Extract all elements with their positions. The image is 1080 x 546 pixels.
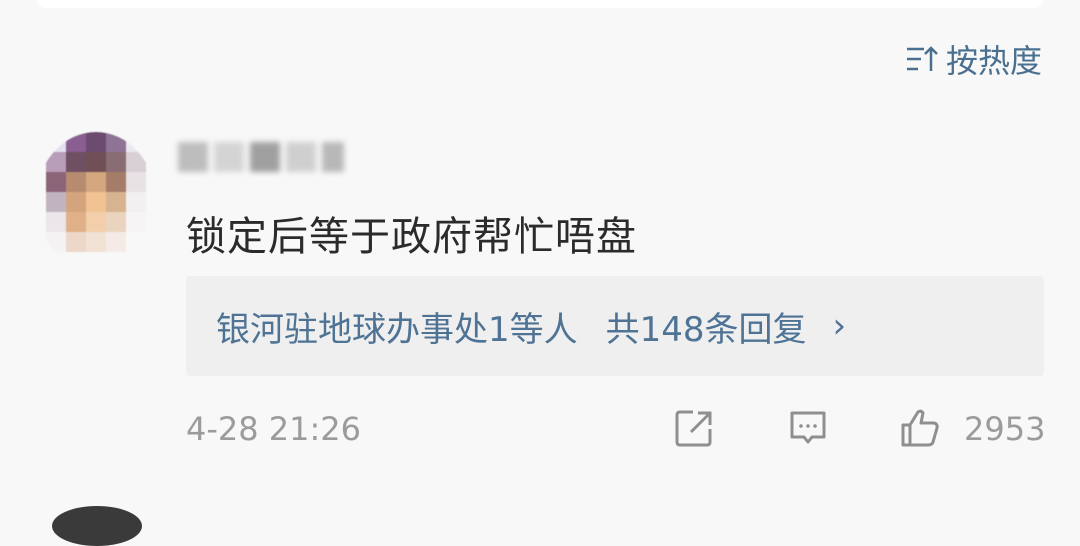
blurred-username[interactable]: [178, 136, 388, 178]
comment-text: 锁定后等于政府帮忙唔盘: [186, 214, 637, 260]
replies-summary-button[interactable]: 银河驻地球办事处1等人 共148条回复 ›: [186, 276, 1044, 376]
like-count: 2953: [964, 410, 1046, 448]
comment-timestamp: 4-28 21:26: [186, 410, 362, 448]
reply-users: 银河驻地球办事处1等人: [216, 309, 578, 350]
comment-icon[interactable]: [786, 406, 830, 450]
like-icon[interactable]: [898, 406, 942, 450]
next-comment-avatar-edge: [52, 506, 142, 546]
avatar[interactable]: [36, 132, 156, 270]
chevron-right-icon: ›: [832, 306, 847, 346]
blurred-avatar-image: [46, 132, 146, 252]
share-icon[interactable]: [672, 406, 716, 450]
comment-card: 锁定后等于政府帮忙唔盘 银河驻地球办事处1等人 共148条回复 › 4-28 2…: [0, 110, 1080, 470]
sort-by-hot-button[interactable]: 按热度: [904, 36, 1042, 82]
sort-label: 按热度: [945, 42, 1042, 80]
reply-count: 共148条回复: [605, 309, 807, 350]
sort-icon: [906, 46, 938, 71]
comment-meta-row: 4-28 21:26 2953: [186, 406, 1046, 454]
previous-card-edge: [36, 0, 1044, 8]
